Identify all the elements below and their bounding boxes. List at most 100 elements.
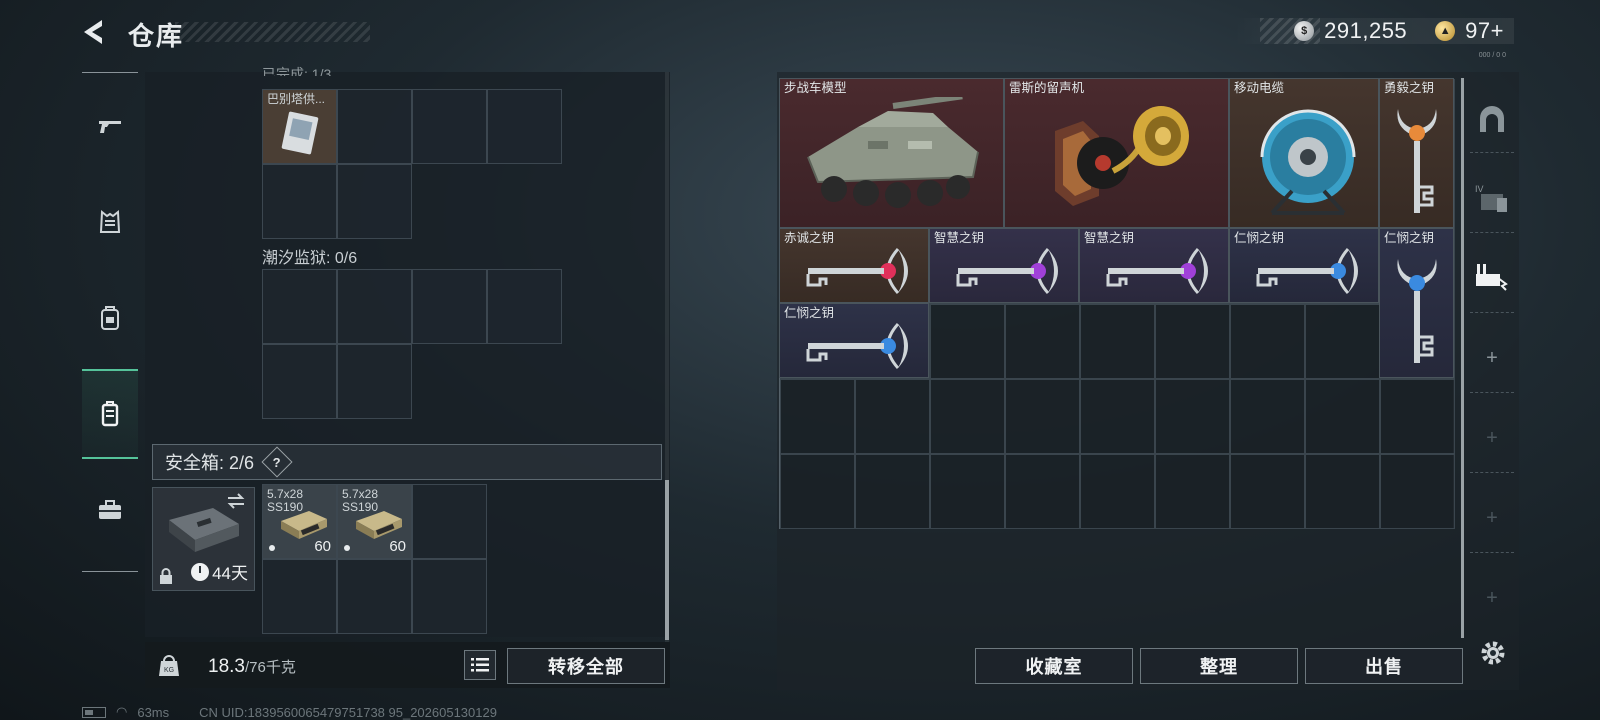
folder-iv-icon: IV — [1475, 184, 1507, 212]
grid-slot[interactable] — [412, 484, 487, 559]
stash-item[interactable]: 勇毅之钥 — [1379, 78, 1454, 228]
grid-slot[interactable] — [262, 559, 337, 634]
stash-slot[interactable] — [1155, 304, 1230, 379]
stash-slot[interactable] — [1380, 454, 1455, 529]
stash-slot[interactable] — [1155, 454, 1230, 529]
grid-slot[interactable] — [337, 164, 412, 239]
grid-slot[interactable] — [487, 269, 562, 344]
grid-slot[interactable] — [487, 89, 562, 164]
grid-slot[interactable] — [262, 164, 337, 239]
stash-slot[interactable] — [930, 304, 1005, 379]
left-scrollbar-thumb[interactable] — [665, 480, 669, 640]
left-category-nav — [82, 72, 138, 572]
gold-amount[interactable]: 97+ — [1465, 18, 1504, 44]
stash-slot[interactable] — [1305, 304, 1380, 379]
clock-icon — [191, 562, 210, 581]
list-icon — [471, 658, 489, 672]
weight-max: /76千克 — [244, 659, 296, 676]
stash-slot[interactable] — [1005, 304, 1080, 379]
stash-item[interactable]: 智慧之钥 — [1079, 228, 1229, 303]
grid-slot[interactable] — [412, 269, 487, 344]
bullet-dot-icon — [344, 545, 350, 551]
briefcase-icon — [99, 500, 121, 519]
ammo-item[interactable]: 5.7x28 SS190 60 — [262, 484, 337, 559]
stash-slot[interactable] — [1080, 379, 1155, 454]
stash-slot[interactable] — [1305, 454, 1380, 529]
stash-item[interactable]: 移动电缆 — [1229, 78, 1379, 228]
stash-item[interactable]: 雷斯的留声机 — [1004, 78, 1229, 228]
stash-slot[interactable] — [1230, 379, 1305, 454]
item-label: 移动电缆 — [1234, 81, 1285, 95]
stash-tab-2[interactable]: IV — [1470, 176, 1514, 220]
help-button[interactable]: ? — [261, 446, 293, 478]
stash-tab-1[interactable] — [1470, 98, 1514, 142]
grid-slot[interactable] — [337, 344, 412, 419]
stash-slot[interactable] — [1080, 304, 1155, 379]
grid-slot[interactable] — [337, 89, 412, 164]
cable-reel-icon — [1260, 109, 1356, 215]
add-tab-button[interactable]: + — [1470, 496, 1514, 540]
weight-value: 18.3 — [208, 656, 245, 677]
stash-slot[interactable] — [855, 454, 930, 529]
add-tab-button[interactable]: + — [1470, 416, 1514, 460]
grid-slot[interactable] — [337, 269, 412, 344]
grid-slot[interactable] — [412, 559, 487, 634]
safe-box-header: 安全箱: 2/6 ? — [152, 444, 662, 480]
stash-slot[interactable] — [855, 379, 930, 454]
right-scrollbar[interactable] — [1461, 78, 1464, 638]
grid-slot[interactable] — [337, 559, 412, 634]
list-view-button[interactable] — [464, 650, 496, 680]
safe-case-slot[interactable]: 44天 — [152, 487, 255, 591]
transfer-all-button[interactable]: 转移全部 — [507, 648, 665, 684]
stash-slot[interactable] — [1005, 379, 1080, 454]
stash-item[interactable]: 仁悯之钥 — [1379, 228, 1454, 378]
stash-slot[interactable] — [930, 379, 1005, 454]
nav-container[interactable] — [82, 369, 138, 459]
back-arrow-icon — [84, 20, 102, 44]
weapon-rack-icon — [1476, 264, 1508, 291]
back-button[interactable] — [80, 16, 110, 48]
stash-slot[interactable] — [780, 454, 855, 529]
swap-icon[interactable] — [226, 492, 246, 510]
stash-slot[interactable] — [930, 454, 1005, 529]
stash-slot[interactable] — [780, 379, 855, 454]
nav-armor[interactable] — [82, 177, 138, 267]
add-tab-button[interactable]: + — [1470, 336, 1514, 380]
grid-slot[interactable] — [412, 89, 487, 164]
svg-text:KG: KG — [164, 667, 174, 674]
nav-weapons[interactable] — [82, 81, 138, 171]
grid-slot[interactable] — [262, 344, 337, 419]
gramophone-icon — [1055, 106, 1189, 206]
nav-backpack[interactable] — [82, 273, 138, 363]
sort-button[interactable]: 整理 — [1140, 648, 1298, 684]
collection-room-button[interactable]: 收藏室 — [975, 648, 1133, 684]
stash-tab-3-active[interactable] — [1470, 254, 1514, 298]
stash-slot[interactable] — [1005, 454, 1080, 529]
grid-slot[interactable] — [262, 269, 337, 344]
case-days-value: 44天 — [212, 564, 248, 583]
add-tab-button[interactable]: + — [1470, 576, 1514, 620]
header-decoration — [175, 22, 370, 42]
tab-divider — [1470, 232, 1514, 233]
stash-slot[interactable] — [1080, 454, 1155, 529]
stash-slot[interactable] — [1380, 379, 1455, 454]
stash-item[interactable]: 仁悯之钥 — [1229, 228, 1379, 303]
stash-slot[interactable] — [1305, 379, 1380, 454]
lock-icon — [160, 568, 172, 584]
sell-button[interactable]: 出售 — [1305, 648, 1463, 684]
stash-item[interactable]: 赤诚之钥 — [779, 228, 929, 303]
stash-slot[interactable] — [1230, 304, 1305, 379]
stash-slot[interactable] — [1155, 379, 1230, 454]
grid-slot-item[interactable]: 巴别塔供... — [262, 89, 337, 164]
stash-item[interactable]: 智慧之钥 — [929, 228, 1079, 303]
key-mercy-icon — [806, 322, 908, 370]
ammo-item[interactable]: 5.7x28 SS190 60 — [337, 484, 412, 559]
status-bar: ◠ 63ms CN UID:1839560065479751738 95_202… — [82, 704, 497, 720]
ammo-box-icon — [356, 511, 402, 539]
settings-gear-icon[interactable] — [1478, 638, 1508, 668]
stash-item[interactable]: 步战车模型 — [779, 78, 1004, 228]
stash-slot[interactable] — [1230, 454, 1305, 529]
stash-item[interactable]: 仁悯之钥 — [779, 303, 929, 378]
ammo-box-icon — [281, 511, 327, 539]
nav-case[interactable] — [82, 465, 138, 555]
